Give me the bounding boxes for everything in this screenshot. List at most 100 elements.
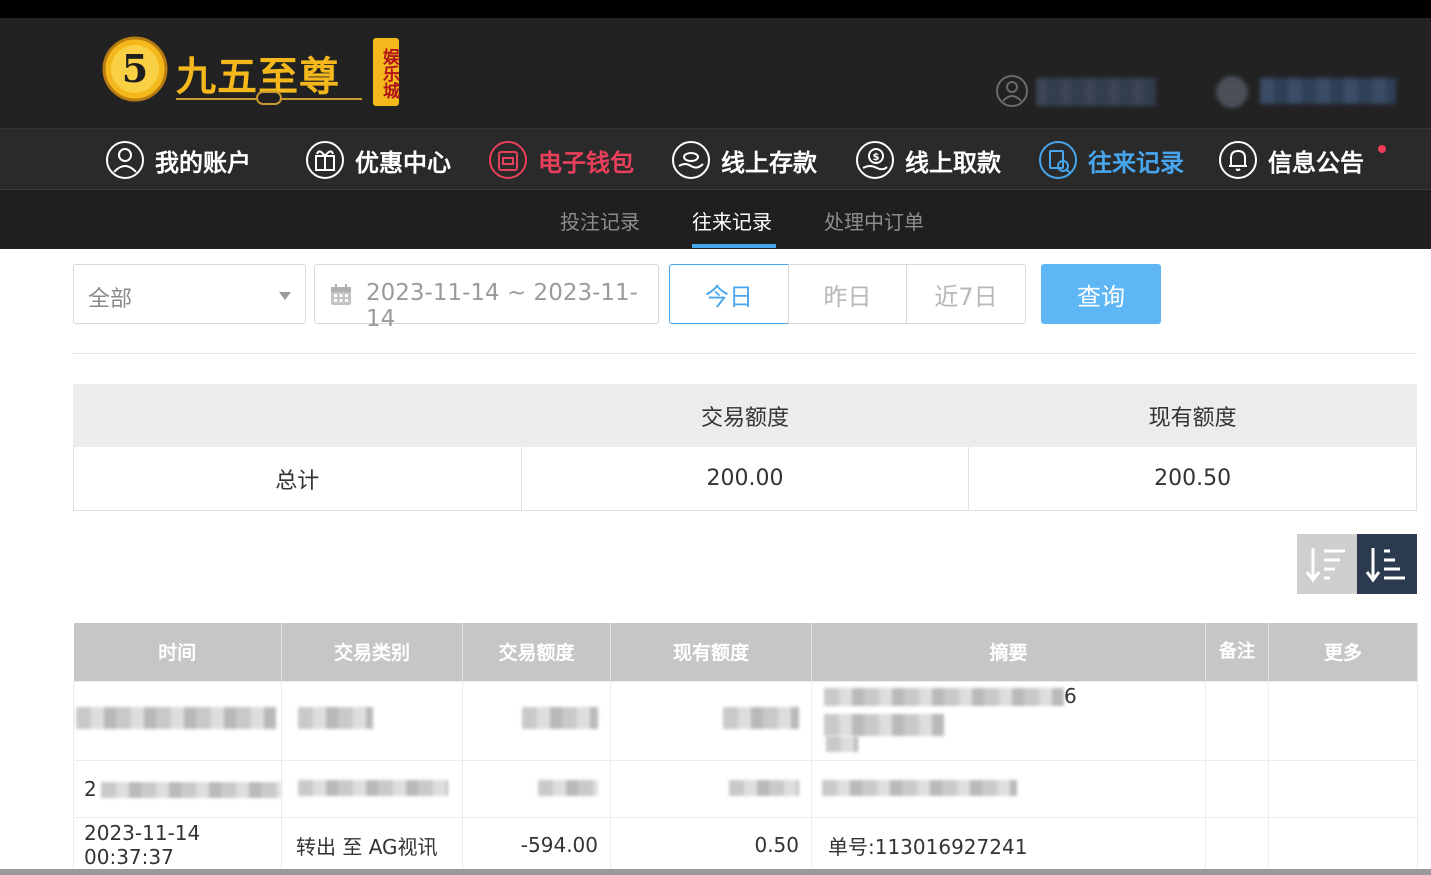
date-range-value: 2023-11-14 ~ 2023-11-14 [366,280,638,332]
site-logo[interactable]: 5 九五至尊 娱乐城 [100,34,405,114]
account-avatar-icon[interactable] [995,74,1029,108]
today-button[interactable]: 今日 [669,264,789,324]
cell-more[interactable] [1268,816,1418,874]
main-nav: 我的账户 优惠中心 电子钱包 线上存款 $ 线上取款 往来记录 信息公告 [0,128,1431,190]
cell-note [1205,759,1269,818]
cell-note [1205,680,1269,761]
nav-item-deposit[interactable]: 线上存款 [671,129,817,191]
cell-amount: -594.00 [462,816,611,874]
col-header-note: 备注 [1205,623,1269,681]
sort-ascending-icon [1365,548,1405,583]
type-select-value: 全部 [88,287,133,312]
cell-more[interactable] [1268,680,1418,761]
table-row: 2 [73,759,1418,818]
col-header-type: 交易类别 [281,623,463,681]
calendar-icon [331,284,351,305]
nav-label: 我的账户 [155,148,251,177]
nav-label: 优惠中心 [355,148,451,177]
nav-item-promotions[interactable]: 优惠中心 [305,129,451,191]
col-header-amount: 交易额度 [462,623,611,681]
cell-amount-redacted [462,680,611,761]
col-header-summary: 摘要 [811,623,1206,681]
redacted-block [723,707,799,729]
logo-ornament [256,91,282,105]
redacted-username [1036,78,1156,106]
site-header: 5 九五至尊 娱乐城 [0,18,1431,128]
redacted-block [538,779,598,796]
summary-total-amount: 200.00 [520,446,970,511]
cell-balance: 0.50 [610,816,812,874]
cell-balance-redacted [610,759,812,818]
summary-header-amount: 交易额度 [520,384,970,447]
nav-label: 电子钱包 [538,148,634,177]
last-7-days-button[interactable]: 近7日 [906,264,1026,324]
deposit-icon [672,141,710,179]
redacted-block [298,707,373,729]
redacted-block [824,713,944,736]
summary-header-blank [73,384,522,447]
records-icon [1039,141,1077,179]
redacted-block [729,779,799,796]
redacted-block [100,782,281,798]
cell-amount-redacted [462,759,611,818]
nav-label: 线上存款 [721,148,817,177]
logo-subtitle: 娱乐城 [373,38,399,106]
query-button[interactable]: 查询 [1041,264,1161,324]
type-select[interactable]: 全部 [73,264,306,324]
nav-label: 往来记录 [1088,148,1184,177]
summary-table: 交易额度 现有额度 总计 200.00 200.50 [73,384,1417,511]
logo-emblem-icon: 5 [102,36,168,102]
cell-time-redacted: 2 [73,759,282,818]
redacted-block [298,779,448,796]
nav-item-my-account[interactable]: 我的账户 [105,129,251,191]
cell-time: 2023-11-14 00:37:37 [73,816,282,874]
redacted-block [826,735,858,752]
yesterday-button[interactable]: 昨日 [788,264,907,324]
user-icon [106,141,144,179]
summary-header-row: 交易额度 现有额度 [73,384,1417,447]
nav-label: 线上取款 [905,148,1001,177]
divider [73,353,1417,354]
nav-item-e-wallet[interactable]: 电子钱包 [488,129,634,191]
col-header-more: 更多 [1268,623,1418,681]
tab-bet-records[interactable]: 投注记录 [560,206,640,235]
date-range-picker[interactable]: 2023-11-14 ~ 2023-11-14 [314,264,659,332]
cell-type: 转出 至 AG视讯 [281,816,463,874]
sort-ascending-button[interactable] [1357,534,1417,594]
chevron-down-icon [279,292,291,300]
nav-label: 信息公告 [1268,148,1364,177]
records-table: 时间 交易类别 交易额度 现有额度 摘要 备注 更多 6 2 2023-11-1… [73,623,1418,874]
time-partial-text: 2 [84,776,97,801]
redacted-balance [1260,78,1396,104]
cell-note [1205,816,1269,874]
tab-pending-orders[interactable]: 处理中订单 [824,206,924,235]
cell-summary-redacted: 6 [811,680,1206,761]
cell-type-redacted [281,680,463,761]
table-row: 6 [73,680,1418,761]
cell-type-redacted [281,759,463,818]
cell-summary: 单号:113016927241 [811,816,1206,874]
redacted-block [76,707,276,729]
sort-descending-icon [1305,548,1345,583]
tab-transaction-records[interactable]: 往来记录 [692,206,772,235]
withdraw-icon: $ [856,141,894,179]
svg-text:5: 5 [122,46,148,91]
bell-icon [1219,141,1257,179]
cell-more[interactable] [1268,759,1418,818]
records-header-row: 时间 交易类别 交易额度 现有额度 摘要 备注 更多 [73,623,1418,681]
redacted-wallet-icon [1216,76,1248,108]
redacted-block [522,707,598,729]
col-header-balance: 现有额度 [610,623,812,681]
svg-text:$: $ [873,152,880,163]
cell-balance-redacted [610,680,812,761]
summary-total-balance: 200.50 [968,446,1417,511]
nav-item-announcements[interactable]: 信息公告 [1218,129,1364,191]
nav-item-withdraw[interactable]: $ 线上取款 [855,129,1001,191]
window-scroll-edge [0,869,1431,875]
active-tab-indicator [692,244,776,248]
sort-descending-button[interactable] [1297,534,1357,594]
redacted-block [824,687,1064,706]
nav-item-transaction-records[interactable]: 往来记录 [1038,129,1184,191]
table-row: 2023-11-14 00:37:37 转出 至 AG视讯 -594.00 0.… [73,816,1418,874]
summary-total-row: 总计 200.00 200.50 [73,446,1417,511]
